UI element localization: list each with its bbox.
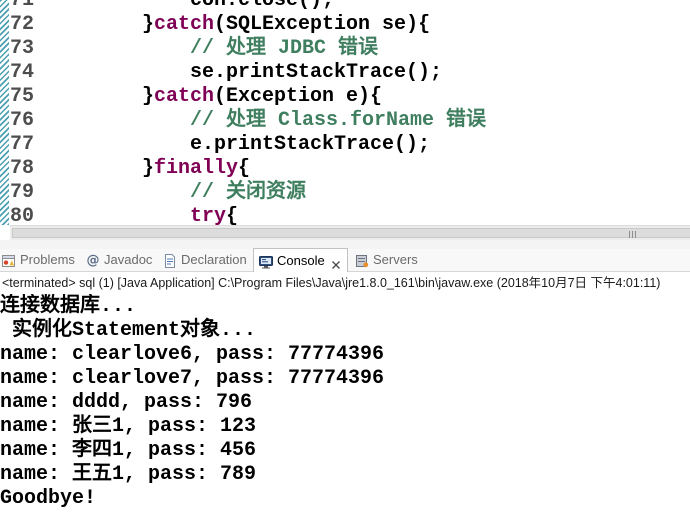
tab-label: Problems (20, 252, 75, 267)
tab-declaration[interactable]: Declaration (161, 249, 251, 272)
line-number: 78 (10, 157, 35, 180)
comment-token: // 处理 Class.forName 错误 (190, 109, 487, 132)
console-line: 实例化Statement对象... (0, 319, 257, 342)
tab-servers[interactable]: Servers (351, 249, 421, 272)
line-number: 73 (10, 37, 35, 60)
code-text: try{ (190, 205, 238, 225)
close-tab-button[interactable] (331, 257, 341, 269)
code-token: { (226, 205, 239, 225)
code-text: // 处理 Class.forName 错误 (190, 109, 486, 133)
tab-problems[interactable]: Problems (0, 249, 80, 272)
keyword-token: try (190, 205, 227, 225)
tab-javadoc[interactable]: Javadoc (84, 249, 157, 272)
tab-label: Console (277, 253, 325, 268)
code-text: // 处理 JDBC 错误 (190, 37, 378, 61)
line-number: 79 (10, 181, 35, 204)
line-number: 72 (10, 13, 35, 36)
code-token: } (142, 13, 155, 36)
code-text: }finally{ (142, 157, 250, 181)
console-process-label: <terminated> sql (1) [Java Application] … (2, 276, 661, 290)
view-tab-bar: Problems Javadoc Declaration Console (0, 248, 690, 272)
code-line: 79 // 关闭资源 (0, 181, 690, 205)
scrollbar-thumb[interactable] (12, 228, 690, 238)
console-line: name: clearlove7, pass: 77774396 (0, 367, 385, 390)
line-number: 71 (10, 0, 35, 12)
console-line: name: 李四1, pass: 456 (0, 439, 257, 462)
code-token: } (142, 157, 155, 180)
console-icon (259, 256, 273, 269)
console-line: 连接数据库... (0, 295, 137, 318)
code-line: 72 }catch(SQLException se){ (0, 13, 690, 37)
tab-console[interactable]: Console (253, 248, 348, 272)
line-number: 74 (10, 61, 35, 84)
code-token: } (142, 85, 155, 108)
code-line: 78 }finally{ (0, 157, 690, 181)
code-token: (Exception e){ (214, 85, 383, 108)
keyword-token: finally (154, 157, 239, 180)
code-text: con.close(); (190, 0, 334, 13)
scrollbar-grip (629, 231, 638, 238)
code-token: { (238, 157, 251, 180)
javadoc-icon (86, 254, 100, 268)
code-token: (SQLException se){ (214, 13, 431, 36)
code-token: con.close(); (190, 0, 335, 12)
code-line: 80 try{ (0, 205, 690, 225)
code-line: 75 }catch(Exception e){ (0, 85, 690, 109)
code-line: 77 e.printStackTrace(); (0, 133, 690, 157)
code-line: 73 // 处理 JDBC 错误 (0, 37, 690, 61)
tab-label: Servers (373, 252, 418, 267)
line-number: 77 (10, 133, 35, 156)
comment-token: // 处理 JDBC 错误 (190, 37, 379, 60)
code-text: se.printStackTrace(); (190, 61, 442, 85)
keyword-token: catch (154, 13, 215, 36)
console-output[interactable]: 连接数据库... 实例化Statement对象... name: clearlo… (0, 294, 690, 528)
keyword-token: catch (154, 85, 215, 108)
problems-icon (2, 255, 15, 267)
code-text: e.printStackTrace(); (190, 133, 430, 157)
declaration-icon (165, 254, 175, 268)
tab-label: Declaration (181, 252, 247, 267)
editor-horizontal-scrollbar[interactable] (10, 225, 690, 240)
line-number: 80 (10, 205, 35, 225)
console-line: name: dddd, pass: 796 (0, 391, 253, 414)
code-editor[interactable]: 71 con.close(); 72 }catch(SQLException s… (0, 0, 690, 225)
servers-icon (356, 255, 369, 268)
console-line: name: 王五1, pass: 789 (0, 463, 257, 486)
line-number: 76 (10, 109, 35, 132)
code-token: se.printStackTrace(); (190, 61, 443, 84)
code-text: // 关闭资源 (190, 181, 306, 205)
close-icon (332, 261, 340, 269)
code-line: 71 con.close(); (0, 0, 690, 13)
code-text: }catch(Exception e){ (142, 85, 382, 109)
console-line: Goodbye! (0, 487, 97, 510)
code-line: 74 se.printStackTrace(); (0, 61, 690, 85)
code-text: }catch(SQLException se){ (142, 13, 430, 37)
comment-token: // 关闭资源 (190, 181, 307, 204)
console-line: name: 张三1, pass: 123 (0, 415, 257, 438)
tab-label: Javadoc (104, 252, 153, 267)
code-line: 76 // 处理 Class.forName 错误 (0, 109, 690, 133)
code-token: e.printStackTrace(); (190, 133, 431, 156)
console-line: name: clearlove6, pass: 77774396 (0, 343, 385, 366)
line-number: 75 (10, 85, 35, 108)
